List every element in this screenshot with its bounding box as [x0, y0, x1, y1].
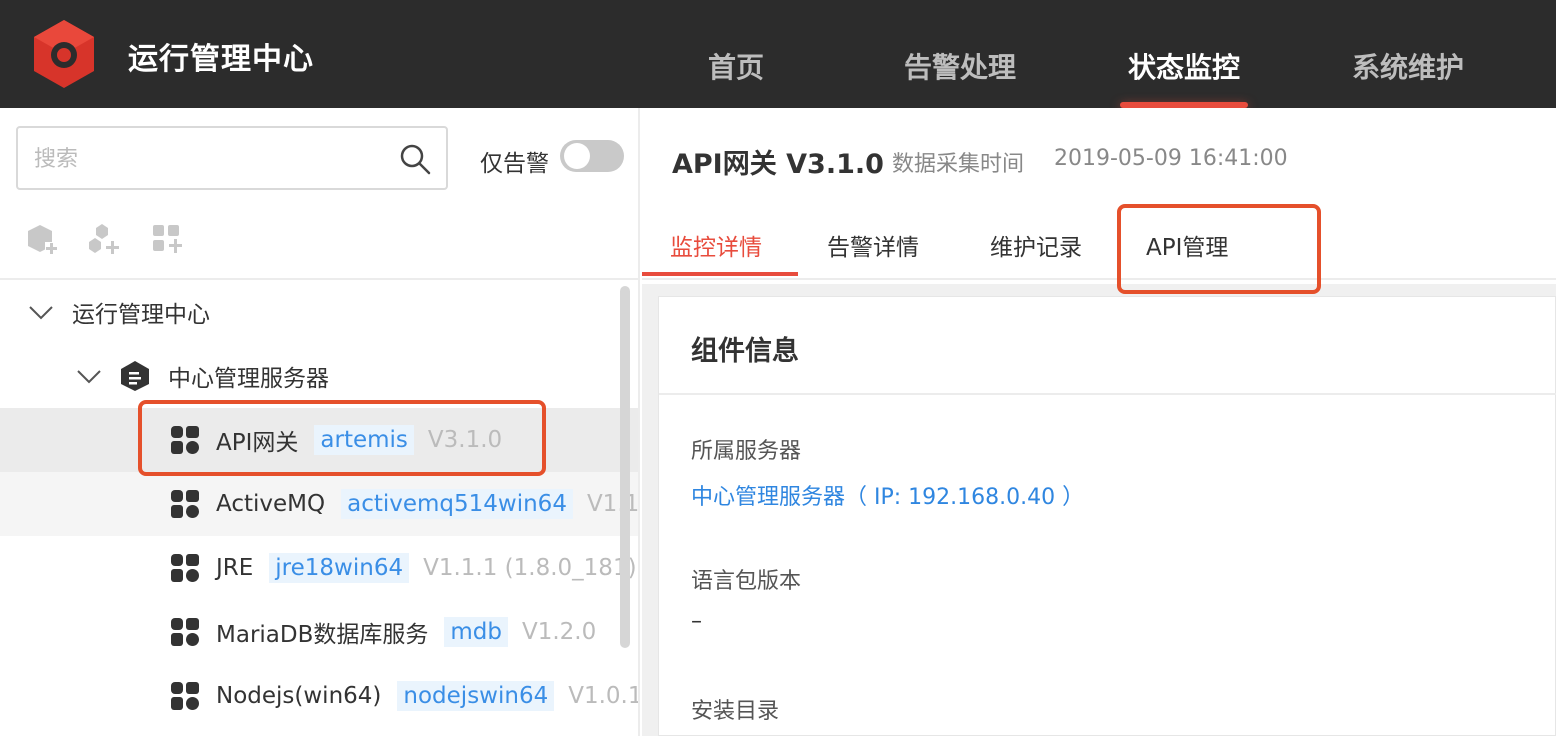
nav-alarm-handling[interactable]: 告警处理	[904, 46, 1016, 86]
tree-scrollbar[interactable]	[620, 286, 630, 648]
tree-item-activemq[interactable]: ActiveMQ activemq514win64 V1.1.1 (	[0, 472, 640, 536]
component-name: API网关	[216, 430, 299, 456]
tree-item-nodejs[interactable]: Nodejs(win64) nodejswin64 V1.0.1	[0, 664, 640, 728]
component-version: V1.2.0	[521, 619, 597, 645]
component-tag: nodejswin64	[397, 681, 555, 711]
chevron-down-icon[interactable]	[74, 361, 104, 391]
component-icon	[170, 553, 200, 583]
nav-home[interactable]: 首页	[708, 46, 764, 86]
component-icon	[170, 489, 200, 519]
alarm-only-toggle[interactable]	[560, 140, 624, 172]
detail-panel: API网关 V3.1.0 数据采集时间 2019-05-09 16:41:00 …	[642, 108, 1556, 736]
component-name: MariaDB数据库服务	[216, 622, 429, 648]
tree-item-jre[interactable]: JRE jre18win64 V1.1.1 (1.8.0_181)	[0, 536, 638, 600]
alarm-only-label: 仅告警	[480, 151, 549, 177]
sidebar: 仅告警 运行管理中心	[0, 108, 640, 736]
toggle-knob	[564, 143, 590, 169]
app-title: 运行管理中心	[128, 42, 314, 77]
component-icon	[170, 681, 200, 711]
field-label-install-dir: 安装目录	[691, 699, 780, 724]
component-name: JRE	[216, 555, 254, 581]
collect-time-value: 2019-05-09 16:41:00	[1054, 146, 1288, 171]
component-version: V1.1.1 (	[586, 491, 640, 517]
component-icon	[170, 617, 200, 647]
tree-root-label: 运行管理中心	[72, 302, 210, 328]
nav-status-monitor[interactable]: 状态监控	[1128, 46, 1240, 86]
tree-node-server[interactable]: 中心管理服务器	[0, 344, 638, 408]
component-version: V3.1.0	[427, 427, 503, 453]
tree-item-api-gateway[interactable]: API网关 artemis V3.1.0	[0, 408, 638, 472]
collect-time-label: 数据采集时间	[892, 152, 1025, 177]
component-name: ActiveMQ	[216, 491, 326, 517]
component-title: API网关 V3.1.0	[672, 149, 884, 180]
tab-api-management[interactable]: API管理	[1146, 228, 1228, 262]
field-label-language-pack: 语言包版本	[691, 569, 802, 594]
logo-icon	[32, 20, 96, 88]
detail-header: API网关 V3.1.0 数据采集时间 2019-05-09 16:41:00 …	[642, 108, 1556, 284]
search-icon[interactable]	[398, 142, 432, 176]
top-header: 运行管理中心 首页 告警处理 状态监控 系统维护	[0, 0, 1556, 108]
server-icon	[120, 360, 150, 392]
component-name: Nodejs(win64)	[216, 683, 382, 709]
add-component-icon[interactable]	[150, 222, 186, 258]
component-version: V1.1.1 (1.8.0_181)	[423, 555, 637, 581]
tab-maintenance-records[interactable]: 维护记录	[990, 228, 1082, 262]
tree-server-label: 中心管理服务器	[168, 366, 329, 392]
tabs-divider	[642, 278, 1556, 280]
add-server-icon[interactable]	[24, 222, 60, 258]
field-value-language-pack: –	[691, 609, 702, 634]
search-input[interactable]	[34, 142, 394, 176]
search-box	[16, 126, 448, 190]
field-label-server: 所属服务器	[691, 439, 802, 464]
card-divider	[659, 393, 1556, 395]
chevron-down-icon[interactable]	[26, 297, 56, 327]
nav-system-maintenance[interactable]: 系统维护	[1352, 46, 1464, 86]
tree-item-mariadb[interactable]: MariaDB数据库服务 mdb V1.2.0	[0, 600, 638, 664]
server-link[interactable]: 中心管理服务器（ IP: 192.168.0.40 ）	[691, 479, 1084, 511]
component-tag: artemis	[314, 425, 414, 455]
add-group-icon[interactable]	[86, 222, 122, 258]
component-tag: mdb	[444, 617, 508, 647]
component-icon	[170, 425, 200, 455]
component-version: V1.0.1	[568, 683, 640, 709]
component-info-card: 组件信息 所属服务器 中心管理服务器（ IP: 192.168.0.40 ） 语…	[658, 296, 1556, 736]
tree-node-root[interactable]: 运行管理中心	[0, 280, 638, 344]
tab-active-indicator	[642, 272, 798, 276]
component-tag: activemq514win64	[341, 489, 573, 519]
tab-alarm-details[interactable]: 告警详情	[827, 228, 919, 262]
tab-monitor-details[interactable]: 监控详情	[670, 228, 762, 262]
component-tag: jre18win64	[269, 553, 410, 583]
card-title: 组件信息	[691, 336, 799, 367]
